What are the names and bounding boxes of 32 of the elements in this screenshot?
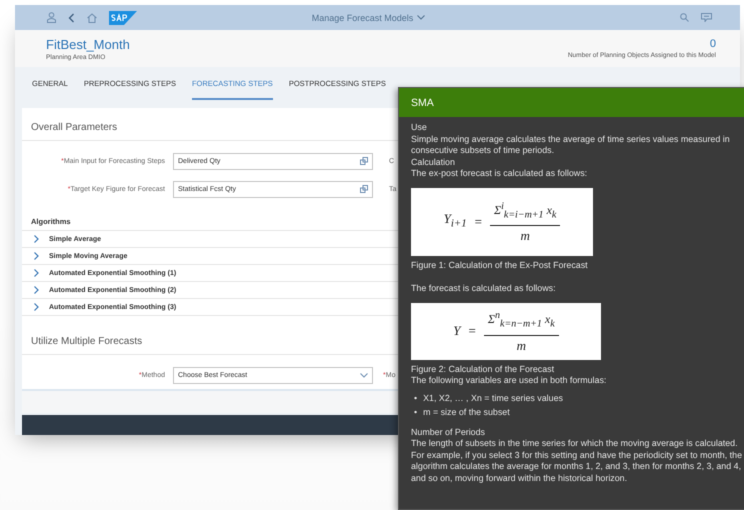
section-heading: Number of Periods <box>411 426 486 438</box>
value-help-icon[interactable] <box>360 157 368 165</box>
section-heading: Use <box>411 122 428 134</box>
chevron-down-icon[interactable] <box>417 15 426 20</box>
notifications-icon[interactable] <box>701 13 712 22</box>
home-icon[interactable] <box>87 12 97 22</box>
chevron-right-icon[interactable] <box>33 269 40 277</box>
chevron-right-icon[interactable] <box>33 252 40 260</box>
chevron-right-icon[interactable] <box>33 286 40 294</box>
object-count: 0 <box>710 38 716 50</box>
search-icon[interactable] <box>680 13 689 22</box>
bullet-icon: • <box>414 392 418 404</box>
logo-icon <box>109 10 137 24</box>
formula-image: Y$_{i+1}$ = Σ$^{i}$$_{k=i−m+1}$ x$_{k}$ m <box>411 188 593 256</box>
back-icon[interactable] <box>68 12 75 22</box>
chevron-right-icon[interactable] <box>33 235 40 243</box>
chevron-right-icon[interactable] <box>33 303 40 311</box>
description-text: The ex-post forecast is calculated as follows: <box>411 168 588 180</box>
dropdown-icon[interactable] <box>360 372 368 378</box>
value-help-icon[interactable] <box>360 185 368 193</box>
bullet-item: X1, X2, … , Xn = time series values <box>423 392 563 404</box>
formula-image: Y = Σ$^{n}$$_{k=n−m+1}$ x$_{k}$ m <box>411 302 601 360</box>
description-text: The length of subsets in the time series for which the moving average is calculated. For example, if you select 3 for this setting and have the periodicity set to month, the algorithm calculates the average for months 1, 2, and 3, then for months 2, 3, and 4, and so on, moving forward within the historical horizon. <box>411 438 744 484</box>
figure-caption: Figure 2: Calculation of the Forecast <box>411 364 556 375</box>
bullet-icon: • <box>414 406 418 418</box>
popover-title: SMA <box>399 88 744 117</box>
user-icon[interactable] <box>47 12 56 23</box>
description-text: The forecast is calculated as follows: <box>411 283 557 294</box>
description-text: The following variables are used in both formulas: <box>411 375 608 386</box>
section-heading: Calculation <box>411 156 456 168</box>
bullet-item: m = size of the subset <box>423 406 510 418</box>
page-title: FitBest_Month <box>46 36 130 52</box>
